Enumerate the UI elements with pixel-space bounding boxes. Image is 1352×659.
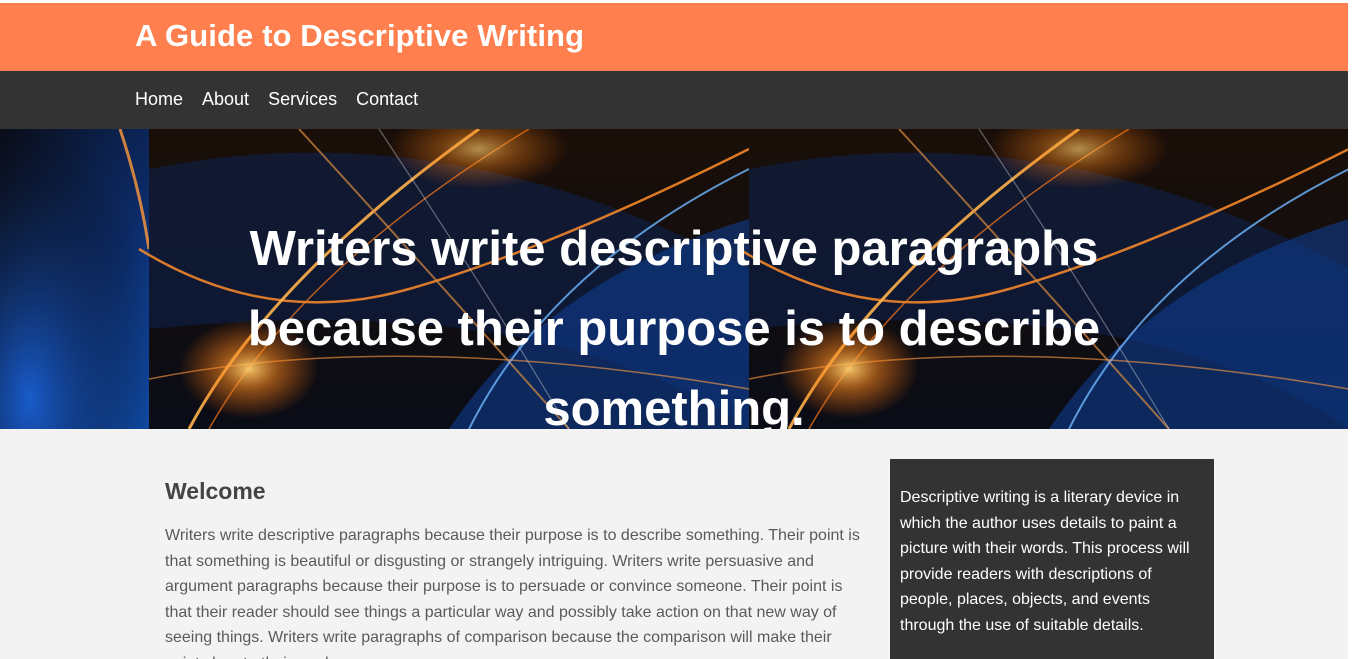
main-nav: Home About Services Contact xyxy=(0,71,1348,129)
nav-item-services: Services xyxy=(268,89,337,110)
welcome-paragraph: Writers write descriptive paragraphs bec… xyxy=(165,527,860,659)
sidebar-paragraph: Descriptive writing is a literary device… xyxy=(900,489,1190,634)
main-content: Welcome Writers write descriptive paragr… xyxy=(165,478,870,659)
nav-list: Home About Services Contact xyxy=(135,89,437,110)
nav-link-contact[interactable]: Contact xyxy=(356,89,418,109)
window-edge xyxy=(1348,0,1352,659)
hero-headline: Writers write descriptive paragraphs bec… xyxy=(247,222,1101,429)
sidebar-box: Descriptive writing is a literary device… xyxy=(890,459,1214,659)
nav-link-home[interactable]: Home xyxy=(135,89,183,109)
site-header: A Guide to Descriptive Writing xyxy=(0,3,1348,71)
nav-item-home: Home xyxy=(135,89,183,110)
nav-link-services[interactable]: Services xyxy=(268,89,337,109)
site-title: A Guide to Descriptive Writing xyxy=(135,18,585,53)
hero-banner: Writers write descriptive paragraphs bec… xyxy=(0,129,1348,429)
nav-item-contact: Contact xyxy=(356,89,418,110)
nav-item-about: About xyxy=(202,89,249,110)
nav-link-about[interactable]: About xyxy=(202,89,249,109)
welcome-heading: Welcome xyxy=(165,478,266,504)
page: A Guide to Descriptive Writing Home Abou… xyxy=(0,0,1352,659)
